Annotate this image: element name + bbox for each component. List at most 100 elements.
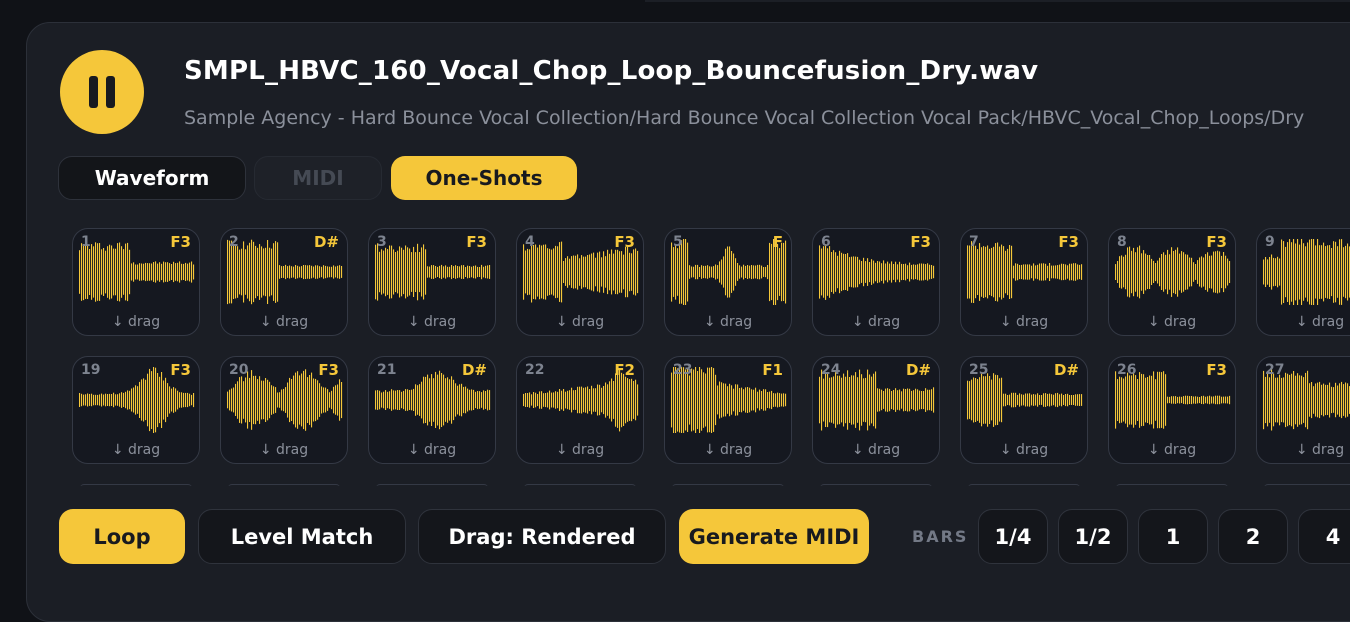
drag-hint: ↓ drag (111, 442, 161, 458)
one-shot-key: F3 (170, 361, 191, 379)
level-match-button[interactable]: Level Match (198, 509, 406, 564)
one-shot-number: 24 (821, 362, 841, 378)
one-shot-tile-partial (524, 484, 636, 486)
one-shot-key: F3 (1058, 233, 1079, 251)
one-shot-key: F1 (762, 361, 783, 379)
one-shot-tile-partial (968, 484, 1080, 486)
one-shot-tile[interactable]: 3 F3 ↓ drag (368, 228, 496, 336)
one-shot-key: D# (313, 233, 339, 251)
drag-hint: ↓ drag (1295, 442, 1345, 458)
one-shot-number: 22 (525, 362, 545, 378)
one-shot-key: F3 (1206, 361, 1227, 379)
one-shot-tile[interactable]: 9 ↓ drag (1256, 228, 1350, 336)
one-shot-key: F3 (910, 233, 931, 251)
one-shot-tile[interactable]: 7 F3 ↓ drag (960, 228, 1088, 336)
drag-hint: ↓ drag (999, 442, 1049, 458)
one-shot-key: F3 (1206, 233, 1227, 251)
one-shot-tile[interactable]: 5 F ↓ drag (664, 228, 792, 336)
drag-hint: ↓ drag (851, 442, 901, 458)
one-shot-tile[interactable]: 2 D# ↓ drag (220, 228, 348, 336)
drag-hint: ↓ drag (555, 442, 605, 458)
one-shot-tile-partial (1264, 484, 1350, 486)
one-shot-key: F (772, 233, 783, 251)
pause-button[interactable] (60, 50, 144, 134)
one-shot-tile[interactable]: 21 D# ↓ drag (368, 356, 496, 464)
one-shot-tile-partial (1116, 484, 1228, 486)
one-shot-number: 9 (1265, 234, 1275, 250)
bars-quarter-button[interactable]: 1/4 (978, 509, 1048, 564)
one-shot-number: 5 (673, 234, 683, 250)
one-shot-number: 27 (1265, 362, 1285, 378)
waveform-thumbnail (1263, 239, 1350, 305)
tab-one-shots[interactable]: One-Shots (391, 156, 577, 200)
one-shot-number: 4 (525, 234, 535, 250)
one-shot-number: 25 (969, 362, 989, 378)
one-shot-key: F3 (170, 233, 191, 251)
drag-hint: ↓ drag (111, 314, 161, 330)
one-shot-tile[interactable]: 20 F3 ↓ drag (220, 356, 348, 464)
one-shot-tile[interactable]: 27 ↓ drag (1256, 356, 1350, 464)
one-shot-tile[interactable]: 26 F3 ↓ drag (1108, 356, 1236, 464)
drag-mode-button[interactable]: Drag: Rendered (418, 509, 666, 564)
one-shot-tile-partial (80, 484, 192, 486)
sample-filename: SMPL_HBVC_160_Vocal_Chop_Loop_Bouncefusi… (184, 56, 1039, 86)
drag-hint: ↓ drag (259, 314, 309, 330)
bars-4-button[interactable]: 4 (1298, 509, 1350, 564)
one-shot-tile[interactable]: 4 F3 ↓ drag (516, 228, 644, 336)
one-shot-number: 3 (377, 234, 387, 250)
one-shot-number: 6 (821, 234, 831, 250)
one-shots-grid: 1 F3 ↓ drag 2 D# ↓ drag 3 F3 ↓ drag 4 F3 ↓ drag 5 F ↓ … (72, 228, 1350, 486)
one-shot-number: 8 (1117, 234, 1127, 250)
bars-half-button[interactable]: 1/2 (1058, 509, 1128, 564)
one-shot-key: F3 (318, 361, 339, 379)
drag-hint: ↓ drag (851, 314, 901, 330)
drag-hint: ↓ drag (407, 442, 457, 458)
one-shot-tile[interactable]: 24 D# ↓ drag (812, 356, 940, 464)
drag-hint: ↓ drag (999, 314, 1049, 330)
bars-1-button[interactable]: 1 (1138, 509, 1208, 564)
one-shot-number: 1 (81, 234, 91, 250)
drag-hint: ↓ drag (1147, 442, 1197, 458)
one-shot-number: 7 (969, 234, 979, 250)
drag-hint: ↓ drag (703, 314, 753, 330)
one-shot-number: 21 (377, 362, 397, 378)
one-shot-number: 23 (673, 362, 693, 378)
one-shot-key: F3 (466, 233, 487, 251)
top-strip (0, 0, 1350, 22)
one-shot-key: D# (1053, 361, 1079, 379)
drag-hint: ↓ drag (407, 314, 457, 330)
top-divider (645, 0, 1350, 2)
generate-midi-button[interactable]: Generate MIDI (679, 509, 869, 564)
one-shot-number: 26 (1117, 362, 1137, 378)
pause-icon (85, 76, 119, 108)
one-shot-tile[interactable]: 6 F3 ↓ drag (812, 228, 940, 336)
one-shot-tile[interactable]: 23 F1 ↓ drag (664, 356, 792, 464)
one-shot-tile[interactable]: 22 F2 ↓ drag (516, 356, 644, 464)
one-shot-tile-partial (672, 484, 784, 486)
one-shot-number: 19 (81, 362, 101, 378)
one-shot-tile[interactable]: 1 F3 ↓ drag (72, 228, 200, 336)
drag-hint: ↓ drag (555, 314, 605, 330)
one-shot-key: F2 (614, 361, 635, 379)
one-shot-key: F3 (614, 233, 635, 251)
one-shot-tile[interactable]: 25 D# ↓ drag (960, 356, 1088, 464)
loop-button[interactable]: Loop (59, 509, 185, 564)
tab-midi[interactable]: MIDI (254, 156, 382, 200)
one-shot-key: D# (461, 361, 487, 379)
one-shot-tile[interactable]: 8 F3 ↓ drag (1108, 228, 1236, 336)
one-shot-tile[interactable]: 19 F3 ↓ drag (72, 356, 200, 464)
one-shot-number: 20 (229, 362, 249, 378)
bars-label: BARS (912, 527, 969, 546)
drag-hint: ↓ drag (703, 442, 753, 458)
bars-2-button[interactable]: 2 (1218, 509, 1288, 564)
one-shot-tile-partial (228, 484, 340, 486)
waveform-thumbnail (671, 239, 787, 305)
tab-waveform[interactable]: Waveform (58, 156, 246, 200)
one-shot-tile-partial (820, 484, 932, 486)
sample-path: Sample Agency - Hard Bounce Vocal Collec… (184, 107, 1305, 129)
drag-hint: ↓ drag (1147, 314, 1197, 330)
one-shot-key: D# (905, 361, 931, 379)
drag-hint: ↓ drag (259, 442, 309, 458)
one-shot-number: 2 (229, 234, 239, 250)
drag-hint: ↓ drag (1295, 314, 1345, 330)
